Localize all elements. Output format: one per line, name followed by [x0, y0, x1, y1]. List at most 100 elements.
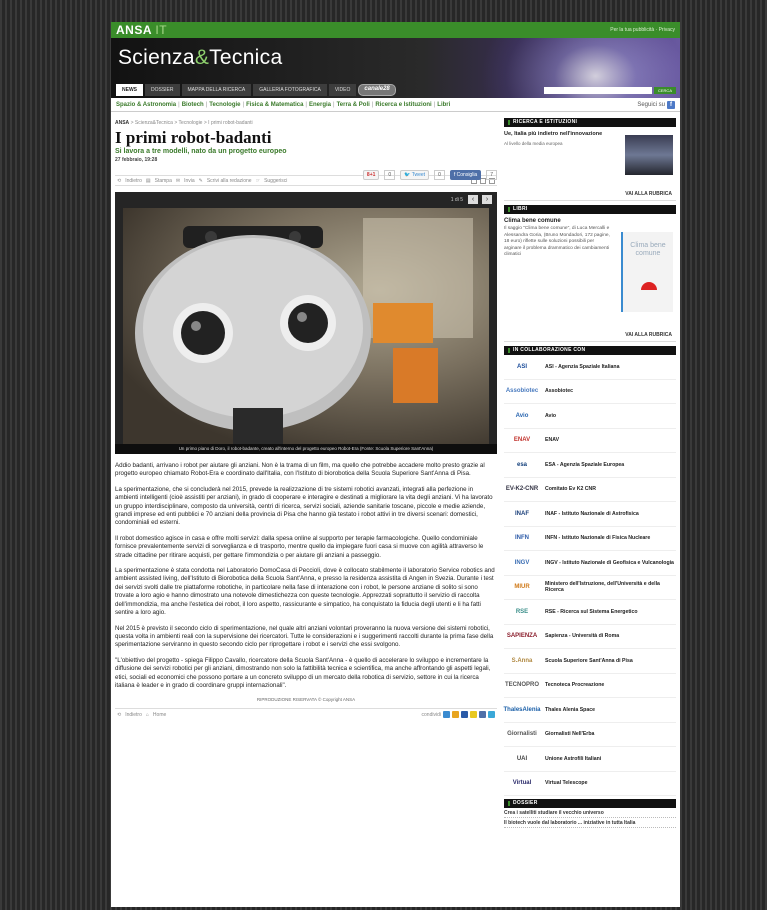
nav-canale-logo[interactable]: canale28: [358, 84, 396, 96]
partner-logo: SAPIENZA: [506, 633, 538, 640]
section-nav: Spazio & Astronomia | Biotech | Tecnologie…: [111, 98, 680, 112]
tweet-button[interactable]: 🐦 Tweet: [400, 170, 430, 180]
partner-item[interactable]: RSE RSE - Ricerca sul Sistema Energetico: [504, 600, 676, 625]
logo-suffix: IT: [155, 23, 168, 37]
partner-name: INFN - Istituto Nazionale di Fisica Nucl…: [545, 535, 651, 542]
book-cover[interactable]: Clima bene comune: [621, 232, 673, 312]
subnav-separator: |: [178, 101, 180, 108]
prev-photo-button[interactable]: ‹: [468, 195, 478, 204]
subnav-libri[interactable]: Libri: [437, 102, 450, 108]
subnav-separator: |: [433, 101, 436, 108]
partner-logo: INFN: [515, 535, 529, 542]
partner-item[interactable]: ASI ASI - Agenzia Spaziale Italiana: [504, 355, 676, 380]
tool-write[interactable]: Scrivi alla redazione: [207, 178, 252, 184]
nav-tab-galleria[interactable]: GALLERIA FOTOGRAFICA: [253, 84, 327, 96]
search-input[interactable]: [544, 87, 652, 94]
share-icon[interactable]: [443, 711, 450, 719]
book-cover-title: Clima bene comune: [630, 242, 666, 257]
partner-logo: EV-K2-CNR: [505, 486, 539, 493]
partner-item[interactable]: INGV INGV - Istituto Nazionale di Geofisi…: [504, 551, 676, 576]
subnav-tecnologie[interactable]: Tecnologie: [209, 102, 240, 108]
gplus-button[interactable]: 8+1: [362, 170, 380, 180]
footer-back[interactable]: Indietro: [125, 712, 142, 718]
tool-back[interactable]: Indietro: [125, 178, 142, 184]
partner-logo: Assobiotec: [505, 388, 539, 395]
partner-logo: ASI: [516, 363, 527, 370]
partner-logo: ThalesAlenia: [503, 706, 541, 713]
partner-item[interactable]: S.Anna Scuola Superiore Sant'Anna di Pisa: [504, 649, 676, 674]
subnav-separator: |: [242, 101, 245, 108]
nav-tab-mappa[interactable]: MAPPA DELLA RICERCA: [181, 84, 252, 96]
site-title[interactable]: Scienza&Tecnica: [118, 46, 282, 70]
partner-item[interactable]: Virtual Virtual Telescope: [504, 772, 676, 796]
partner-item[interactable]: esa ESA - Agenzia Spaziale Europea: [504, 453, 676, 478]
top-links[interactable]: Per la tua pubblicità · Privacy: [610, 27, 675, 33]
twitter-icon[interactable]: [488, 711, 495, 719]
partner-item[interactable]: Giornalisti Giornalisti Nell'Erba: [504, 723, 676, 747]
dossier-item[interactable]: Il biotech vuole dal laboratorio ... ini…: [504, 818, 676, 828]
nav-tab-news[interactable]: NEWS: [116, 84, 143, 96]
robot-photo[interactable]: [123, 208, 489, 444]
next-photo-button[interactable]: ›: [482, 195, 492, 204]
partner-item[interactable]: INAF INAF - Istituto Nazionale di Astrofi…: [504, 502, 676, 527]
photo-counter: 1 di 5: [450, 197, 463, 203]
facebook-like-button[interactable]: f Consiglia: [449, 170, 482, 180]
facebook-icon[interactable]: f: [667, 100, 675, 109]
tool-print[interactable]: Stampa: [155, 178, 172, 184]
subnav-energia[interactable]: Energia: [309, 102, 331, 108]
partner-item[interactable]: INFN INFN - Istituto Nazionale di Fisica …: [504, 527, 676, 551]
write-icon: ✎: [198, 177, 203, 184]
partner-logo: INGV: [514, 559, 530, 566]
breadcrumb-home[interactable]: ANSA: [115, 120, 129, 126]
partner-logo: RSE: [515, 608, 529, 615]
share-icon[interactable]: [452, 711, 459, 719]
partner-item[interactable]: MIUR Ministero dell'Istruzione, dell'Univ…: [504, 576, 676, 600]
article-date: 27 febbraio, 19:28: [115, 157, 158, 163]
ricerca-heading: RICERCA E ISTITUZIONI: [504, 118, 676, 127]
ricerca-title[interactable]: Ue, Italia più indietro nell'innovazione: [504, 131, 616, 137]
subnav-fisica[interactable]: Fisica & Matematica: [246, 102, 303, 108]
partner-item[interactable]: Assobiotec Assobiotec: [504, 380, 676, 404]
partner-item[interactable]: ThalesAlenia Thales Alenia Space: [504, 698, 676, 723]
search-button[interactable]: CERCA: [654, 87, 676, 94]
article-paragraph: La sperimentazione, che si concluderà ne…: [115, 485, 493, 527]
article-paragraph: La sperimentazione è stata condotta nel …: [115, 567, 495, 617]
partner-item[interactable]: Avio Avio: [504, 404, 676, 429]
share-icon[interactable]: [470, 711, 477, 719]
photo-gallery: 1 di 5 ‹ › Un primo piano di Doro, il ro: [115, 192, 497, 454]
libri-heading: LIBRI: [504, 205, 676, 214]
libri-title[interactable]: Clima bene comune: [504, 218, 676, 224]
breadcrumb-path[interactable]: > Scienza&Tecnica > Tecnologie > I primi…: [131, 120, 253, 126]
partner-item[interactable]: EV-K2-CNR Comitato Ev K2 CNR: [504, 478, 676, 502]
robot-illustration: [135, 218, 473, 444]
subnav-separator: |: [205, 101, 208, 108]
partner-logo: MIUR: [514, 584, 530, 591]
footer-home[interactable]: Home: [153, 712, 166, 718]
partner-list: ASI ASI - Agenzia Spaziale Italiana Assobi…: [504, 355, 676, 796]
subnav-ricerca[interactable]: Ricerca e Istituzioni: [375, 102, 431, 108]
partner-item[interactable]: ENAV ENAV: [504, 429, 676, 453]
ricerca-thumbnail[interactable]: [625, 135, 673, 175]
dossier-item[interactable]: Crea i satelliti studiare il vecchio uni…: [504, 808, 676, 818]
facebook-icon[interactable]: [479, 711, 486, 719]
follow-us[interactable]: Seguici su f: [637, 100, 675, 109]
partner-item[interactable]: SAPIENZA Sapienza - Università di Roma: [504, 625, 676, 649]
partner-item[interactable]: TECNOPRO Tecnoteca Procreazione: [504, 674, 676, 698]
tool-suggest[interactable]: Suggerisci: [264, 178, 287, 184]
subnav-spazio[interactable]: Spazio & Astronomia: [116, 102, 176, 108]
ansa-logo[interactable]: ANSA IT: [116, 23, 167, 37]
photo-caption: Un primo piano di Doro, il robot-badante…: [115, 444, 497, 454]
ricerca-more-link[interactable]: VAI ALLA RUBRICA: [625, 191, 672, 197]
libri-more-link[interactable]: VAI ALLA RUBRICA: [625, 332, 672, 338]
logo-text: ANSA: [116, 23, 152, 37]
partner-logo: Avio: [515, 412, 529, 419]
share-icon[interactable]: [461, 711, 468, 719]
nav-tab-video[interactable]: VIDEO: [328, 84, 357, 96]
partner-item[interactable]: UAI Unione Astrofili Italiani: [504, 747, 676, 772]
tool-send[interactable]: Invia: [184, 178, 195, 184]
subnav-biotech[interactable]: Biotech: [182, 102, 204, 108]
collab-heading: IN COLLABORAZIONE CON: [504, 346, 676, 355]
nav-tab-dossier[interactable]: DOSSIER: [145, 84, 180, 96]
article-paragraph: Il robot domestico agisce in casa e offr…: [115, 534, 484, 559]
subnav-terra[interactable]: Terra & Poli: [337, 102, 370, 108]
